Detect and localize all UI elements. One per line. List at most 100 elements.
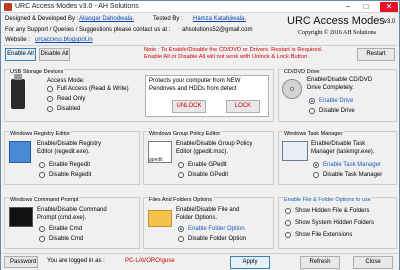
apply-button[interactable]: Apply <box>230 256 270 269</box>
password-label: Password <box>10 259 37 265</box>
disable-taskmgr-label: Disable Task Manager <box>323 172 383 178</box>
folder-desc-1: Enable/Disable File and <box>176 207 240 213</box>
enable-drive-label: Enable Drive <box>319 98 354 104</box>
show-system-radio[interactable] <box>285 220 291 226</box>
note-line-2: Enable All or Disable All will not work … <box>144 54 309 60</box>
regedit-panel: Windows Registry Editor Enable/Disable R… <box>4 131 140 185</box>
maximize-button[interactable]: □ <box>359 2 373 12</box>
window-title: URC Access Modes v3.0 - AH Solutions <box>15 3 139 10</box>
restart-button[interactable]: Restart <box>357 48 395 61</box>
enable-gpedit-label: Enable GPedit <box>188 162 227 168</box>
gpedit-desc-1: Enable/Disable Group Policy <box>176 141 253 147</box>
enable-taskmgr-label: Enable Task Manager <box>323 162 381 168</box>
logged-in-user: PC-LAVORO\guse <box>125 258 175 264</box>
close-window-button[interactable]: ✕ <box>380 2 398 12</box>
cd-desc-1: Enable/Disable CD/DVD <box>307 77 373 83</box>
enable-cmd-label: Enable Cmd <box>49 226 83 232</box>
show-hidden-radio[interactable] <box>285 208 291 214</box>
app-window: URC Access Modes v3.0 - AH Solutions – □… <box>0 0 400 270</box>
disable-all-button[interactable]: Disable All <box>39 48 70 61</box>
access-mode-label: Access Mode: <box>47 78 85 84</box>
password-button[interactable]: Password <box>4 256 38 268</box>
usb-connector <box>14 74 22 80</box>
taskmgr-panel-title: Windows Task Manager <box>283 131 344 137</box>
disable-cmd-radio[interactable] <box>39 236 45 242</box>
website-label: Website : <box>5 37 30 43</box>
cmd-panel: Windows Command Prompt Enable/Disable Co… <box>4 197 140 249</box>
enable-folder-radio[interactable] <box>178 226 184 232</box>
copyright-text: Copyright © 2016 AH Solutions <box>298 30 376 36</box>
website-link[interactable]: urcaccess.blogspot.in <box>35 37 93 43</box>
show-extensions-radio[interactable] <box>285 232 291 238</box>
disable-regedit-radio[interactable] <box>39 172 45 178</box>
taskmgr-desc-1: Enable/Disable Task <box>311 141 366 147</box>
read-only-radio[interactable] <box>47 96 53 102</box>
taskmgr-panel: Windows Task Manager Enable/Disable Task… <box>278 131 397 185</box>
enable-regedit-label: Enable Regedit <box>49 162 91 168</box>
refresh-button[interactable]: Refresh <box>300 256 340 269</box>
close-button[interactable]: Close <box>353 256 393 269</box>
tested-label: Tested By : <box>153 16 183 22</box>
divider <box>3 45 397 46</box>
disabled-radio[interactable] <box>47 106 53 112</box>
regedit-desc-1: Enable/Disable Registry <box>37 141 102 147</box>
enable-all-button[interactable]: Enable All <box>5 48 36 61</box>
cmd-desc-2: Prompt (cmd.exe). <box>37 215 87 221</box>
enable-cmd-radio[interactable] <box>39 226 45 232</box>
unlock-button[interactable]: UNLOCK <box>172 100 206 113</box>
tester-link[interactable]: Hamza Katabjiwala. <box>193 16 246 22</box>
show-extensions-label: Show File Extensions <box>295 232 353 238</box>
cd-panel: CD/DVD Drive Enable/Disable CD/DVD Drive… <box>278 69 397 122</box>
gpedit-panel: Windows Group Policy Editor gpedit Enabl… <box>143 131 274 185</box>
cd-desc-2: Drive Completely. <box>307 85 354 91</box>
designed-label: Designed & Developed By : <box>5 16 79 22</box>
disable-drive-label: Disable Drive <box>319 108 355 114</box>
disabled-label: Disabled <box>57 106 81 112</box>
gpedit-panel-title: Windows Group Policy Editor <box>148 131 222 137</box>
hidden-options-title: Enable File & Folder Options to use <box>283 197 372 203</box>
gpedit-desc-2: Editor (gpedit.msc). <box>176 149 229 155</box>
disable-gpedit-label: Disable GPedit <box>188 172 229 178</box>
folder-icon <box>148 210 172 227</box>
protect-text-2: Pendrives and HDDs from detect <box>149 86 237 92</box>
taskmgr-icon <box>282 141 308 161</box>
folder-desc-2: Folder Options. <box>176 215 218 221</box>
lock-button[interactable]: LOCK <box>226 100 260 113</box>
logged-in-label: You are logged in as : <box>47 258 105 264</box>
cmd-panel-title: Windows Command Prompt <box>9 197 80 203</box>
support-email: ahsolutions52@gmail.com <box>182 27 253 33</box>
disable-regedit-label: Disable Regedit <box>49 172 92 178</box>
app-name: URC Access Modes <box>287 15 385 27</box>
folder-panel: Files And Folders Options Enable/Disable… <box>143 197 274 249</box>
note-line-1: Note : To Enable/Disable the CD/DVD or D… <box>144 47 323 53</box>
protect-text-1: Protects your computer from NEW <box>149 78 241 84</box>
support-label: For any Support / Queries / Suggestions … <box>5 27 171 33</box>
hidden-options-panel: Enable File & Folder Options to use Show… <box>278 197 397 249</box>
protect-box: Protects your computer from NEW Pendrive… <box>145 75 269 117</box>
usb-drive-icon <box>11 79 25 109</box>
disable-folder-radio[interactable] <box>178 236 184 242</box>
show-hidden-label: Show Hidden File & Folders <box>295 208 370 214</box>
full-access-radio[interactable] <box>47 86 53 92</box>
show-system-label: Show System Hidden Folders <box>295 220 375 226</box>
app-version: v3.0 <box>384 19 396 25</box>
regedit-panel-title: Windows Registry Editor <box>9 131 71 137</box>
regedit-desc-2: Editor (regedit.exe). <box>37 149 90 155</box>
gpedit-icon-label: gpedit <box>149 157 163 163</box>
enable-drive-radio[interactable] <box>309 98 315 104</box>
disable-taskmgr-radio[interactable] <box>313 172 319 178</box>
usb-panel: USB Storage Devices Access Mode: Full Ac… <box>4 69 274 122</box>
disable-cmd-label: Disable Cmd <box>49 236 84 242</box>
enable-regedit-radio[interactable] <box>39 162 45 168</box>
taskmgr-desc-2: Manager (taskmgr.exe). <box>311 149 375 155</box>
enable-taskmgr-radio[interactable] <box>313 162 319 168</box>
full-access-label: Full Access (Read & Write) <box>57 86 129 92</box>
cmd-desc-1: Enable/Disable Command <box>37 207 107 213</box>
disable-gpedit-radio[interactable] <box>178 172 184 178</box>
disable-drive-radio[interactable] <box>309 108 315 114</box>
app-icon <box>4 3 12 11</box>
enable-gpedit-radio[interactable] <box>178 162 184 168</box>
cmd-icon <box>9 207 33 227</box>
minimize-button[interactable]: – <box>341 2 355 12</box>
designer-link[interactable]: Aliasgar Dahodwala. <box>79 16 134 22</box>
